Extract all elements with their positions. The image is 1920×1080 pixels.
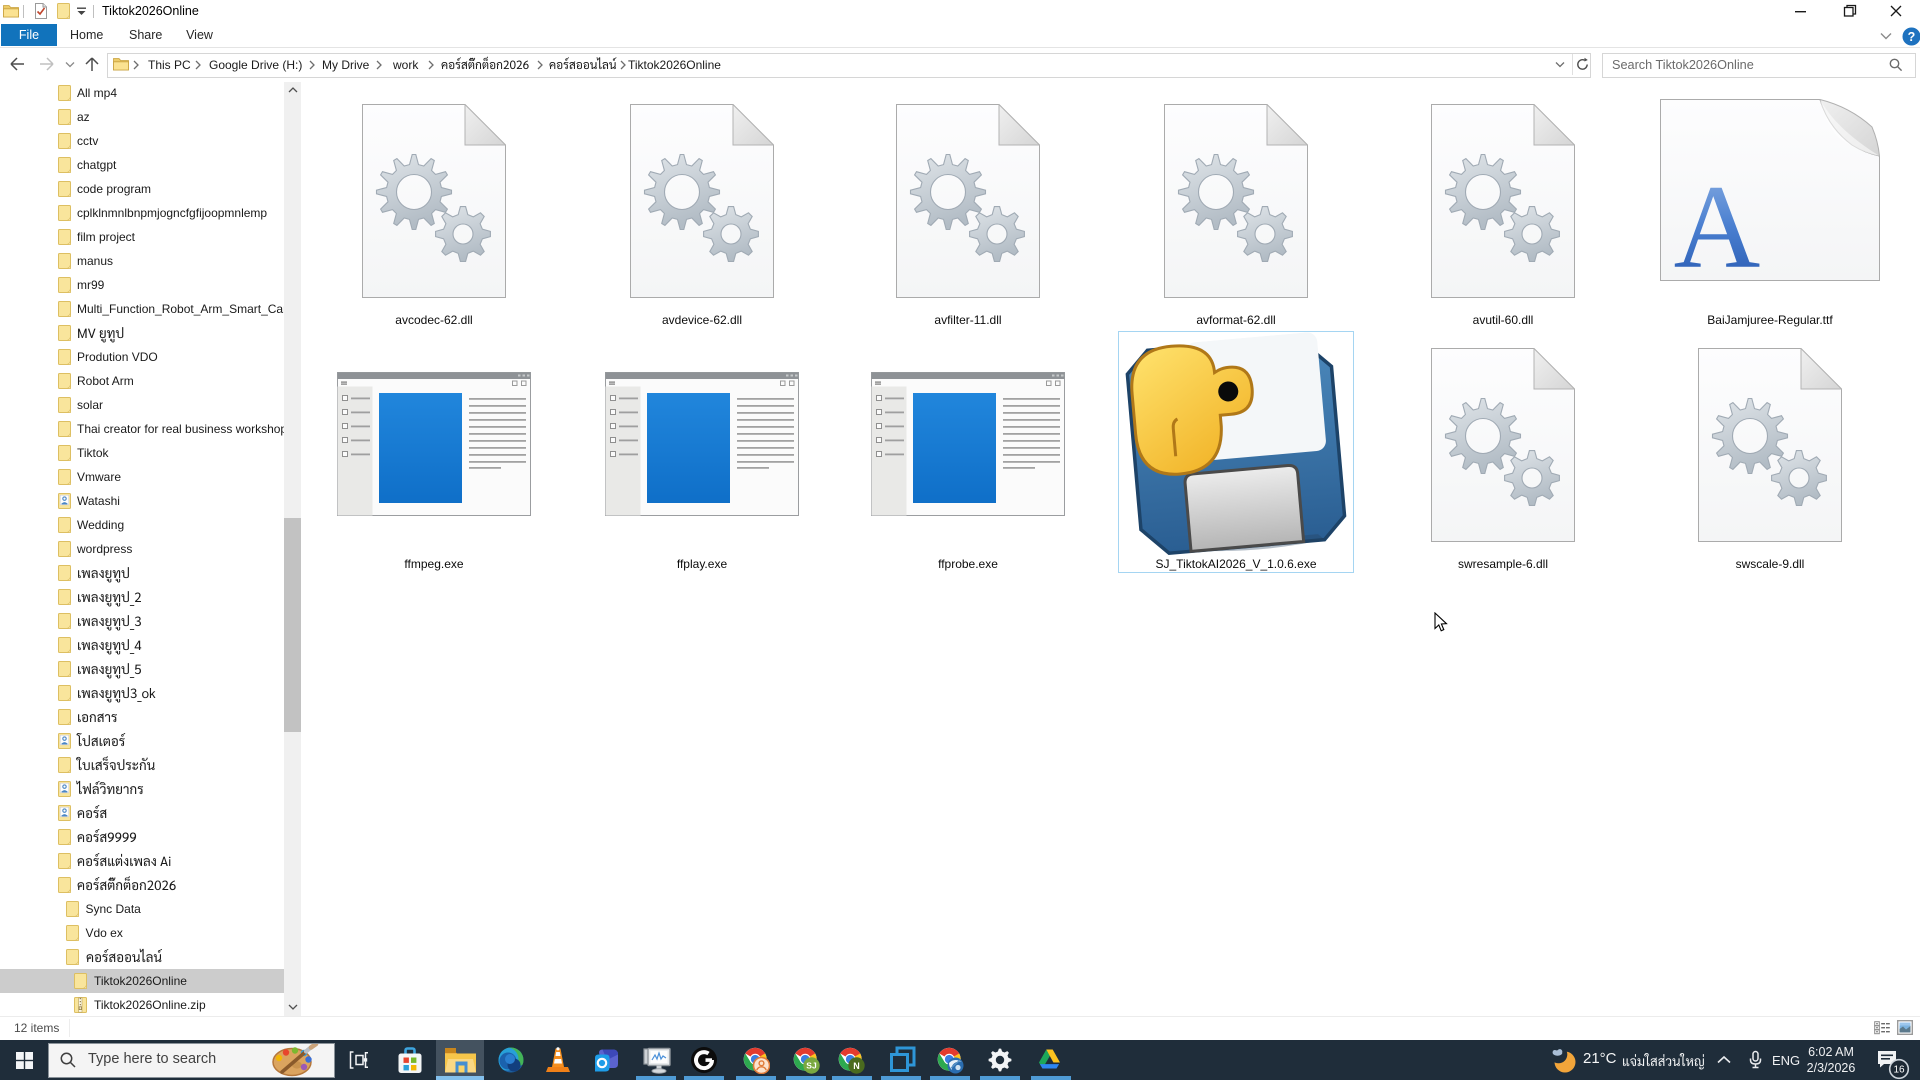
svg-text:SJ: SJ <box>806 1061 817 1071</box>
svg-text:?: ? <box>1908 30 1916 44</box>
svg-text:16: 16 <box>1893 1065 1905 1076</box>
svg-text:N: N <box>853 1061 860 1071</box>
